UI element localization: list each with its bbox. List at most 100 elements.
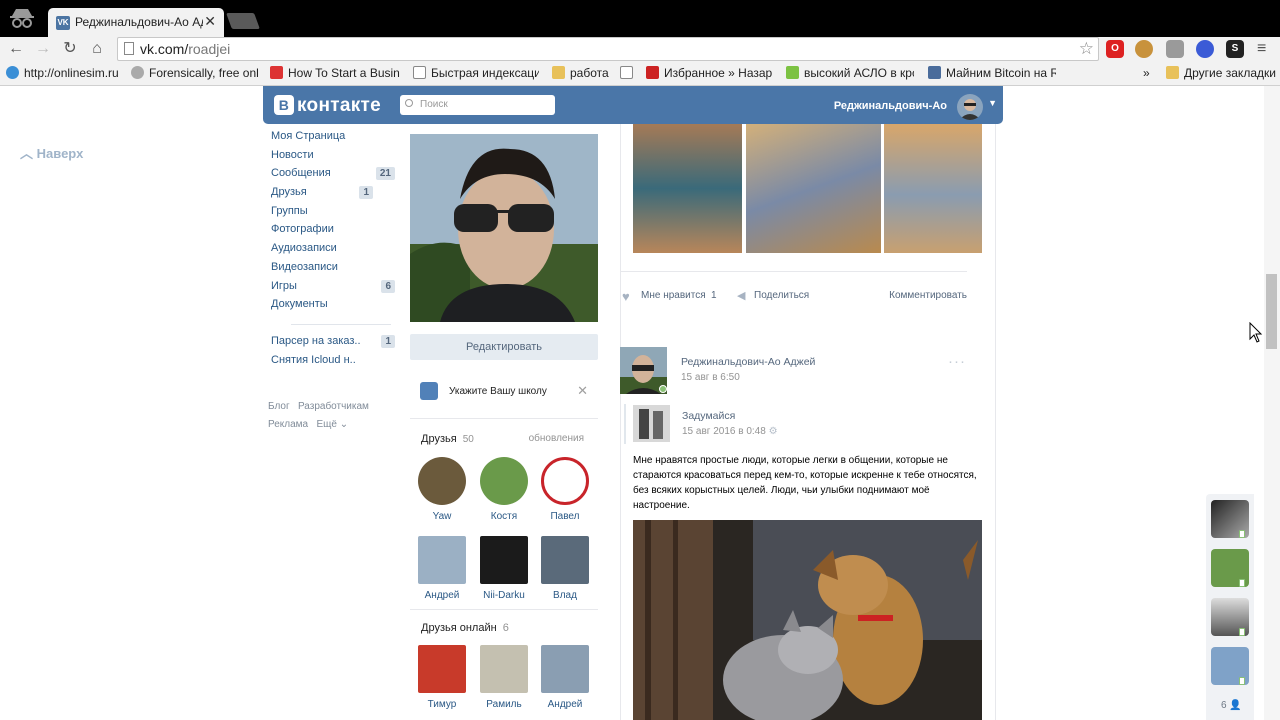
scrollbar[interactable] xyxy=(1264,86,1280,720)
header-avatar[interactable] xyxy=(957,94,983,120)
bookmark-item[interactable]: Избранное » Назар Т xyxy=(646,66,774,80)
chat-online-count[interactable]: 6 👤 xyxy=(1221,700,1242,711)
close-icon[interactable]: ✕ xyxy=(577,383,588,399)
s-ext-icon[interactable]: S xyxy=(1226,40,1244,58)
friend-item[interactable]: Тимур xyxy=(416,645,468,710)
url-text: vk.com/roadjei xyxy=(140,41,231,57)
left-footer: Блог Разработчикам Реклама Ещё ⌄ xyxy=(268,398,369,434)
post-image[interactable] xyxy=(884,124,982,253)
friend-item[interactable]: Павел xyxy=(539,457,591,522)
edit-profile-button[interactable]: Редактировать xyxy=(410,334,598,360)
h-icon xyxy=(928,66,941,79)
friend-item[interactable]: Yaw xyxy=(416,457,468,522)
like-count: 1 xyxy=(711,290,717,301)
friend-item[interactable]: Костя xyxy=(478,457,530,522)
count-badge: 1 xyxy=(359,186,373,200)
mouse-cursor-icon xyxy=(1249,322,1263,343)
share-button[interactable]: Поделиться xyxy=(754,290,809,301)
footer-ads-link[interactable]: Реклама xyxy=(268,419,308,430)
bookmarks-bar: http://onlinesim.ru Forensically, free o… xyxy=(0,62,1280,86)
reload-icon[interactable]: ↻ xyxy=(60,39,80,59)
friend-item[interactable]: Андрей xyxy=(539,645,591,710)
bookmark-item[interactable]: высокий АСЛО в крс xyxy=(786,66,914,80)
vk-logo[interactable]: Вконтакте xyxy=(274,95,381,117)
repost-date[interactable]: 15 авг 2016 в 0:48 ⚙ xyxy=(682,426,778,437)
bookmark-item[interactable] xyxy=(620,66,638,80)
share-icon[interactable]: ◀ xyxy=(737,289,745,302)
nav-item-news[interactable]: Новости xyxy=(271,149,397,168)
opera-ext-icon[interactable]: O xyxy=(1106,40,1124,58)
online-status-icon xyxy=(659,385,667,393)
footer-more-link[interactable]: Ещё ⌄ xyxy=(316,419,348,430)
friend-item[interactable]: Nii-Darku xyxy=(478,536,530,601)
bookmarks-more-button[interactable]: » xyxy=(1143,66,1157,80)
repost-avatar[interactable] xyxy=(633,405,670,442)
mobile-online-icon xyxy=(1239,677,1245,685)
new-tab-button[interactable] xyxy=(226,13,260,29)
friends-header[interactable]: Друзья 50 обновления xyxy=(421,433,584,445)
post-author-name[interactable]: Реджинальдович-Ао Аджей xyxy=(681,356,815,368)
nav-item-messages[interactable]: Сообщения 21 xyxy=(271,167,397,186)
avatar xyxy=(418,536,466,584)
nav-divider xyxy=(291,323,391,325)
comment-button[interactable]: Комментировать xyxy=(889,290,967,301)
chevron-down-icon[interactable]: ▼ xyxy=(988,98,997,108)
bookmark-item[interactable]: Forensically, free onlir xyxy=(131,66,259,80)
footer-dev-link[interactable]: Разработчикам xyxy=(298,401,369,412)
heart-icon[interactable]: ♥ xyxy=(622,289,630,304)
back-to-top-link[interactable]: ︿ Наверх xyxy=(20,143,83,162)
post-date[interactable]: 15 авг в 6:50 xyxy=(681,372,740,383)
forward-arrow-icon[interactable]: → xyxy=(33,39,53,59)
nav-item-app[interactable]: Снятия Icloud н.. xyxy=(271,354,397,373)
repost-source-name[interactable]: Задумайся xyxy=(682,410,735,422)
bookmark-item[interactable]: Быстрая индексация xyxy=(413,66,539,80)
mobile-online-icon xyxy=(1239,530,1245,538)
bot-ext-icon[interactable] xyxy=(1166,40,1184,58)
post-image[interactable] xyxy=(633,124,742,253)
nav-item-friends[interactable]: Друзья 1 xyxy=(271,186,397,205)
nav-item-groups[interactable]: Группы xyxy=(271,205,397,224)
divider xyxy=(620,271,967,272)
ship-icon xyxy=(270,66,283,79)
magnifier-icon xyxy=(131,66,144,79)
address-bar[interactable]: vk.com/roadjei ☆ xyxy=(117,37,1099,61)
friends-online-header[interactable]: Друзья онлайн 6 xyxy=(421,622,509,634)
friend-item[interactable]: Влад xyxy=(539,536,591,601)
menu-icon[interactable]: ≡ xyxy=(1257,40,1266,58)
more-options-icon[interactable]: ··· xyxy=(948,353,966,370)
footer-blog-link[interactable]: Блог xyxy=(268,401,290,412)
nav-item-audio[interactable]: Аудиозаписи xyxy=(271,242,397,261)
friends-updates-link[interactable]: обновления xyxy=(529,433,584,444)
search-input[interactable]: Поиск xyxy=(400,95,555,115)
profile-photo[interactable] xyxy=(410,134,598,322)
post-image[interactable] xyxy=(746,124,881,253)
bookmark-item[interactable]: Майним Bitcoin на Rt xyxy=(928,66,1056,80)
globe-ext-icon[interactable] xyxy=(1196,40,1214,58)
p-icon xyxy=(786,66,799,79)
school-prompt[interactable]: Укажите Вашу школу ✕ xyxy=(420,382,592,402)
back-arrow-icon[interactable]: ← xyxy=(6,39,26,59)
bookmark-item[interactable]: работа xyxy=(552,66,612,80)
nav-item-app[interactable]: Парсер на заказ.. 1 xyxy=(271,334,397,354)
nav-item-photos[interactable]: Фотографии xyxy=(271,223,397,242)
user-icon: 👤 xyxy=(1229,700,1242,711)
friend-item[interactable]: Андрей xyxy=(416,536,468,601)
scrollbar-thumb[interactable] xyxy=(1266,274,1277,349)
nav-item-documents[interactable]: Документы xyxy=(271,298,397,317)
bookmark-item[interactable]: How To Start a Busine xyxy=(270,66,400,80)
post-image[interactable] xyxy=(633,520,982,720)
bookmark-star-icon[interactable]: ☆ xyxy=(1079,39,1094,59)
browser-tab[interactable]: VK Реджинальдович-Ао Ад ✕ xyxy=(48,8,224,37)
friend-item[interactable]: Рамиль xyxy=(478,645,530,710)
cookie-ext-icon[interactable] xyxy=(1135,40,1153,58)
tab-close-icon[interactable]: ✕ xyxy=(204,13,216,30)
mobile-online-icon xyxy=(1239,579,1245,587)
nav-item-games[interactable]: Игры 6 xyxy=(271,279,397,299)
bookmark-item[interactable]: http://onlinesim.ru xyxy=(6,66,124,80)
nav-item-my-page[interactable]: Моя Страница xyxy=(271,130,397,149)
nav-item-video[interactable]: Видеозаписи xyxy=(271,261,397,280)
like-button[interactable]: Мне нравится xyxy=(641,290,706,301)
header-username[interactable]: Реджинальдович-Ао xyxy=(834,100,947,112)
home-icon[interactable]: ⌂ xyxy=(87,39,107,59)
other-bookmarks[interactable]: Другие закладки xyxy=(1166,66,1276,80)
